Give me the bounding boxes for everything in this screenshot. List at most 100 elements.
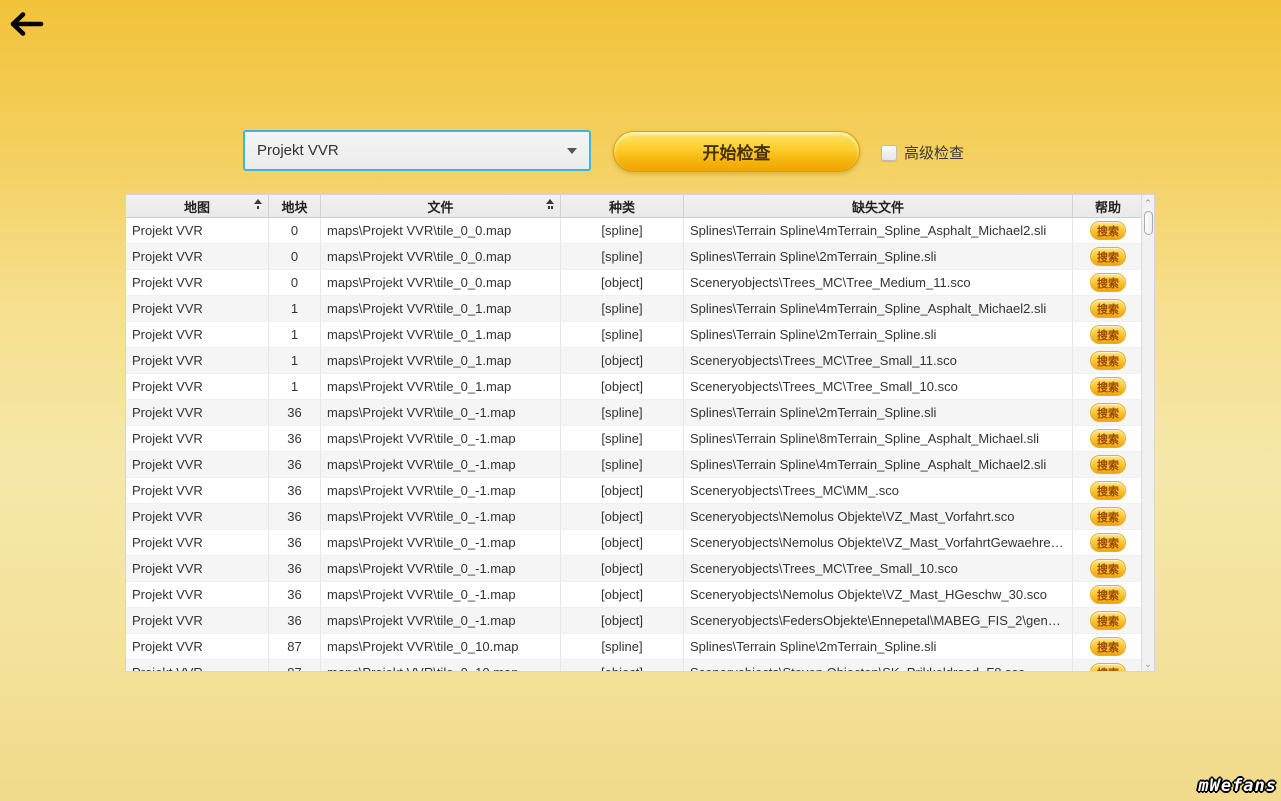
table-row[interactable]: Projekt VVR 1 maps\Projekt VVR\tile_0_1.…: [126, 322, 1154, 348]
table-body: Projekt VVR 0 maps\Projekt VVR\tile_0_0.…: [126, 218, 1154, 672]
table-row[interactable]: Projekt VVR 87 maps\Projekt VVR\tile_0_1…: [126, 634, 1154, 660]
search-button[interactable]: 搜索: [1090, 637, 1126, 656]
left-arrow-icon: [8, 27, 46, 44]
cell-file: maps\Projekt VVR\tile_0_0.map: [321, 218, 561, 243]
cell-file: maps\Projekt VVR\tile_0_-1.map: [321, 452, 561, 477]
search-button[interactable]: 搜索: [1090, 663, 1126, 672]
project-dropdown-value: Projekt VVR: [257, 142, 567, 159]
cell-help: 搜索: [1073, 244, 1143, 269]
search-button[interactable]: 搜索: [1090, 559, 1126, 578]
table-row[interactable]: Projekt VVR 36 maps\Projekt VVR\tile_0_-…: [126, 582, 1154, 608]
missing-files-table: 地图 地块 文件 种类 缺失文件 帮助 Projekt VVR 0: [125, 194, 1155, 672]
search-button[interactable]: 搜索: [1090, 273, 1126, 292]
scroll-down-icon[interactable]: ⌄: [1142, 657, 1154, 671]
cell-tile: 36: [269, 556, 321, 581]
cell-tile: 0: [269, 244, 321, 269]
table-row[interactable]: Projekt VVR 1 maps\Projekt VVR\tile_0_1.…: [126, 374, 1154, 400]
search-button[interactable]: 搜索: [1090, 377, 1126, 396]
back-button[interactable]: [8, 8, 46, 40]
search-button[interactable]: 搜索: [1090, 481, 1126, 500]
column-header-help[interactable]: 帮助: [1073, 195, 1143, 217]
table-row[interactable]: Projekt VVR 36 maps\Projekt VVR\tile_0_-…: [126, 452, 1154, 478]
table-row[interactable]: Projekt VVR 36 maps\Projekt VVR\tile_0_-…: [126, 556, 1154, 582]
table-row[interactable]: Projekt VVR 36 maps\Projekt VVR\tile_0_-…: [126, 400, 1154, 426]
search-button[interactable]: 搜索: [1090, 533, 1126, 552]
table-row[interactable]: Projekt VVR 36 maps\Projekt VVR\tile_0_-…: [126, 530, 1154, 556]
cell-file: maps\Projekt VVR\tile_0_10.map: [321, 634, 561, 659]
search-button[interactable]: 搜索: [1090, 221, 1126, 240]
cell-missing: Sceneryobjects\Trees_MC\Tree_Small_10.sc…: [684, 374, 1073, 399]
cell-map: Projekt VVR: [126, 348, 269, 373]
table-row[interactable]: Projekt VVR 1 maps\Projekt VVR\tile_0_1.…: [126, 348, 1154, 374]
cell-kind: [object]: [561, 270, 684, 295]
search-button[interactable]: 搜索: [1090, 585, 1126, 604]
cell-tile: 36: [269, 400, 321, 425]
cell-kind: [object]: [561, 660, 684, 672]
cell-file: maps\Projekt VVR\tile_0_-1.map: [321, 400, 561, 425]
search-button[interactable]: 搜索: [1090, 611, 1126, 630]
cell-file: maps\Projekt VVR\tile_0_-1.map: [321, 504, 561, 529]
cell-kind: [spline]: [561, 244, 684, 269]
column-header-missing[interactable]: 缺失文件: [684, 195, 1073, 217]
search-button[interactable]: 搜索: [1090, 247, 1126, 266]
cell-kind: [spline]: [561, 218, 684, 243]
cell-tile: 36: [269, 608, 321, 633]
cell-file: maps\Projekt VVR\tile_0_1.map: [321, 296, 561, 321]
chevron-down-icon: [567, 148, 577, 154]
table-row[interactable]: Projekt VVR 36 maps\Projekt VVR\tile_0_-…: [126, 504, 1154, 530]
scrollbar-thumb[interactable]: [1144, 211, 1153, 235]
table-row[interactable]: Projekt VVR 87 maps\Projekt VVR\tile_0_1…: [126, 660, 1154, 672]
cell-missing: Splines\Terrain Spline\4mTerrain_Spline_…: [684, 296, 1073, 321]
cell-file: maps\Projekt VVR\tile_0_10.map: [321, 660, 561, 672]
cell-missing: Splines\Terrain Spline\4mTerrain_Spline_…: [684, 452, 1073, 477]
cell-tile: 36: [269, 582, 321, 607]
cell-kind: [spline]: [561, 296, 684, 321]
search-button[interactable]: 搜索: [1090, 403, 1126, 422]
table-row[interactable]: Projekt VVR 36 maps\Projekt VVR\tile_0_-…: [126, 608, 1154, 634]
cell-map: Projekt VVR: [126, 426, 269, 451]
sort-ascending-icon-primary: [254, 199, 262, 209]
scroll-up-icon[interactable]: ⌃: [1142, 196, 1154, 210]
advanced-check-checkbox[interactable]: [881, 145, 897, 161]
cell-kind: [object]: [561, 348, 684, 373]
cell-file: maps\Projekt VVR\tile_0_-1.map: [321, 530, 561, 555]
start-check-button-label: 开始检查: [703, 139, 771, 164]
cell-help: 搜索: [1073, 270, 1143, 295]
cell-kind: [object]: [561, 478, 684, 503]
search-button[interactable]: 搜索: [1090, 429, 1126, 448]
cell-kind: [object]: [561, 582, 684, 607]
cell-map: Projekt VVR: [126, 660, 269, 672]
cell-help: 搜索: [1073, 582, 1143, 607]
cell-tile: 36: [269, 452, 321, 477]
cell-map: Projekt VVR: [126, 556, 269, 581]
start-check-button[interactable]: 开始检查: [613, 131, 860, 172]
cell-tile: 1: [269, 296, 321, 321]
table-row[interactable]: Projekt VVR 0 maps\Projekt VVR\tile_0_0.…: [126, 218, 1154, 244]
cell-map: Projekt VVR: [126, 244, 269, 269]
cell-help: 搜索: [1073, 504, 1143, 529]
search-button[interactable]: 搜索: [1090, 299, 1126, 318]
table-row[interactable]: Projekt VVR 36 maps\Projekt VVR\tile_0_-…: [126, 426, 1154, 452]
vertical-scrollbar[interactable]: ⌃ ⌄: [1141, 195, 1154, 672]
cell-help: 搜索: [1073, 218, 1143, 243]
column-header-tile[interactable]: 地块: [269, 195, 321, 217]
table-row[interactable]: Projekt VVR 0 maps\Projekt VVR\tile_0_0.…: [126, 270, 1154, 296]
cell-missing: Sceneryobjects\Steven Objecten\SK_Prikke…: [684, 660, 1073, 672]
table-row[interactable]: Projekt VVR 1 maps\Projekt VVR\tile_0_1.…: [126, 296, 1154, 322]
table-row[interactable]: Projekt VVR 0 maps\Projekt VVR\tile_0_0.…: [126, 244, 1154, 270]
cell-help: 搜索: [1073, 478, 1143, 503]
search-button[interactable]: 搜索: [1090, 325, 1126, 344]
cell-map: Projekt VVR: [126, 270, 269, 295]
cell-file: maps\Projekt VVR\tile_0_1.map: [321, 374, 561, 399]
search-button[interactable]: 搜索: [1090, 351, 1126, 370]
cell-help: 搜索: [1073, 608, 1143, 633]
cell-help: 搜索: [1073, 348, 1143, 373]
column-header-map[interactable]: 地图: [126, 195, 269, 217]
search-button[interactable]: 搜索: [1090, 507, 1126, 526]
table-row[interactable]: Projekt VVR 36 maps\Projekt VVR\tile_0_-…: [126, 478, 1154, 504]
project-dropdown[interactable]: Projekt VVR: [243, 130, 591, 171]
cell-tile: 1: [269, 322, 321, 347]
column-header-kind[interactable]: 种类: [561, 195, 684, 217]
column-header-file[interactable]: 文件: [321, 195, 561, 217]
search-button[interactable]: 搜索: [1090, 455, 1126, 474]
